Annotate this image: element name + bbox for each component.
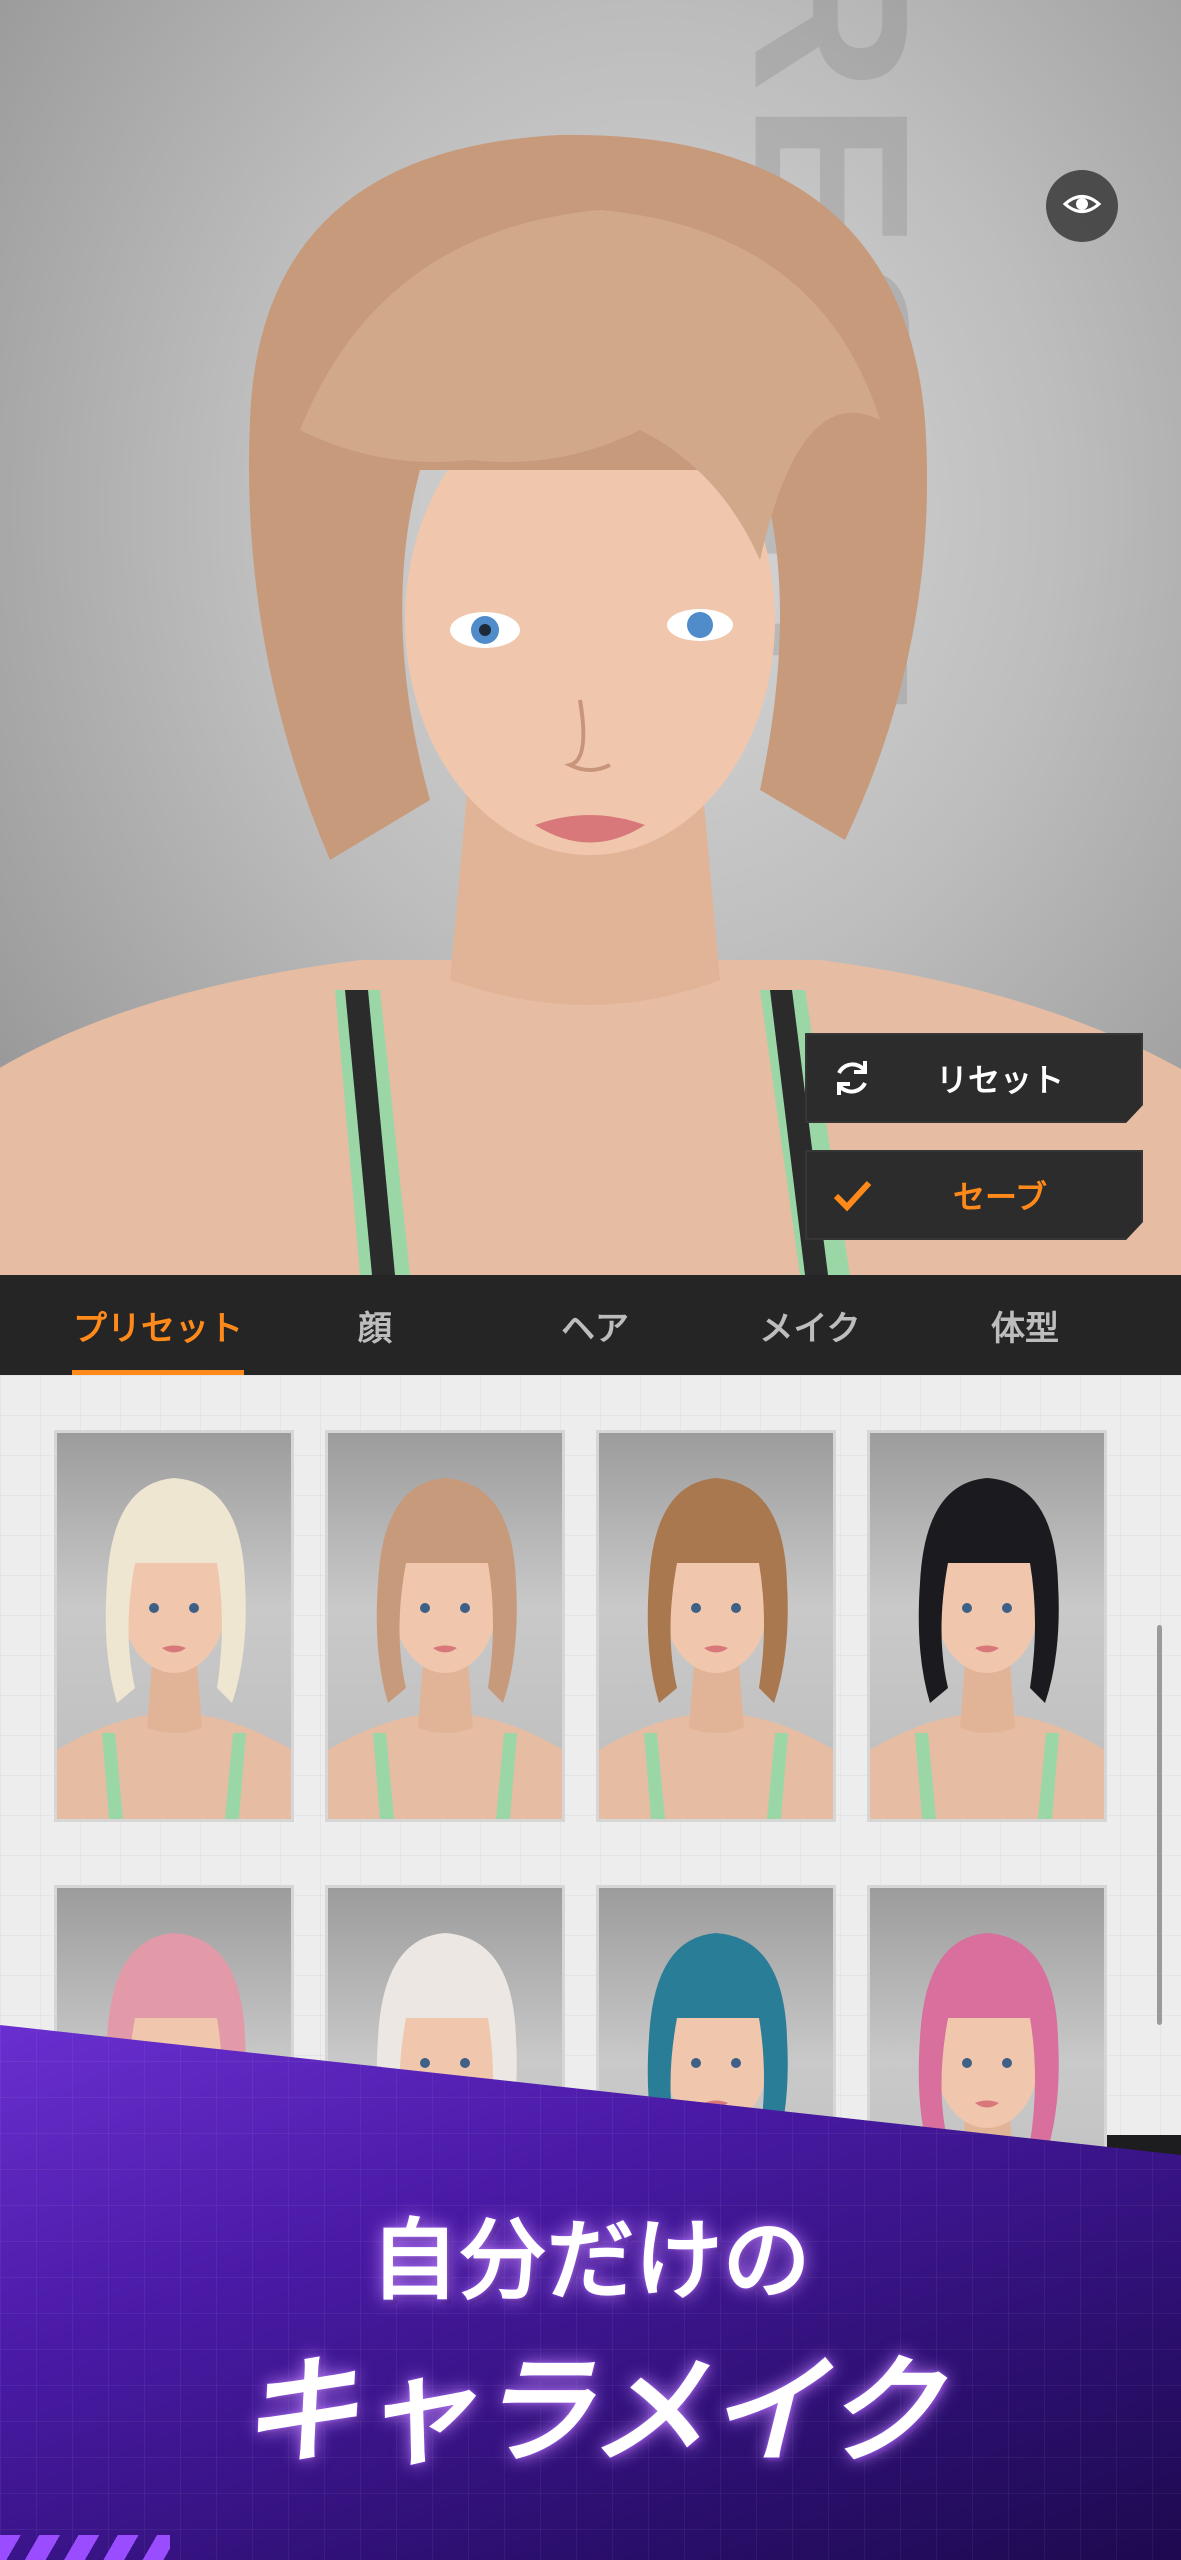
reset-button[interactable]: リセット	[805, 1033, 1143, 1123]
save-label: セーブ	[952, 1178, 1048, 1216]
toggle-visibility-button[interactable]	[1046, 170, 1118, 242]
tab-makeup[interactable]: メイク	[740, 1275, 880, 1375]
refresh-icon	[817, 1057, 887, 1099]
tab-hair[interactable]: ヘア	[540, 1275, 650, 1375]
reset-label: リセット	[935, 1061, 1064, 1099]
tab-body-type[interactable]: 体型	[960, 1275, 1090, 1375]
preset-portrait	[870, 1478, 1104, 1819]
preset-portrait	[599, 1478, 833, 1819]
decorative-stripes	[0, 2535, 170, 2560]
category-tabbar: プリセット 顔 ヘア メイク 体型	[0, 1275, 1181, 1375]
preset-card[interactable]	[596, 1430, 836, 1822]
save-button[interactable]: セーブ	[805, 1150, 1143, 1240]
preset-card[interactable]	[54, 1430, 294, 1822]
character-viewport[interactable]: PRESET	[0, 0, 1181, 1275]
preset-card[interactable]	[867, 1430, 1107, 1822]
check-icon	[817, 1174, 887, 1216]
promo-title-line1: 自分だけの	[370, 2209, 811, 2312]
tab-preset[interactable]: プリセット	[72, 1275, 244, 1375]
eye-icon	[1062, 184, 1102, 228]
preset-portrait	[57, 1478, 291, 1819]
preset-card[interactable]	[325, 1430, 565, 1822]
preset-portrait	[328, 1478, 562, 1819]
preset-scrollbar[interactable]	[1157, 1625, 1162, 2025]
promo-title-line2: キャラメイク	[239, 2342, 942, 2480]
tab-face[interactable]: 顔	[330, 1275, 420, 1375]
